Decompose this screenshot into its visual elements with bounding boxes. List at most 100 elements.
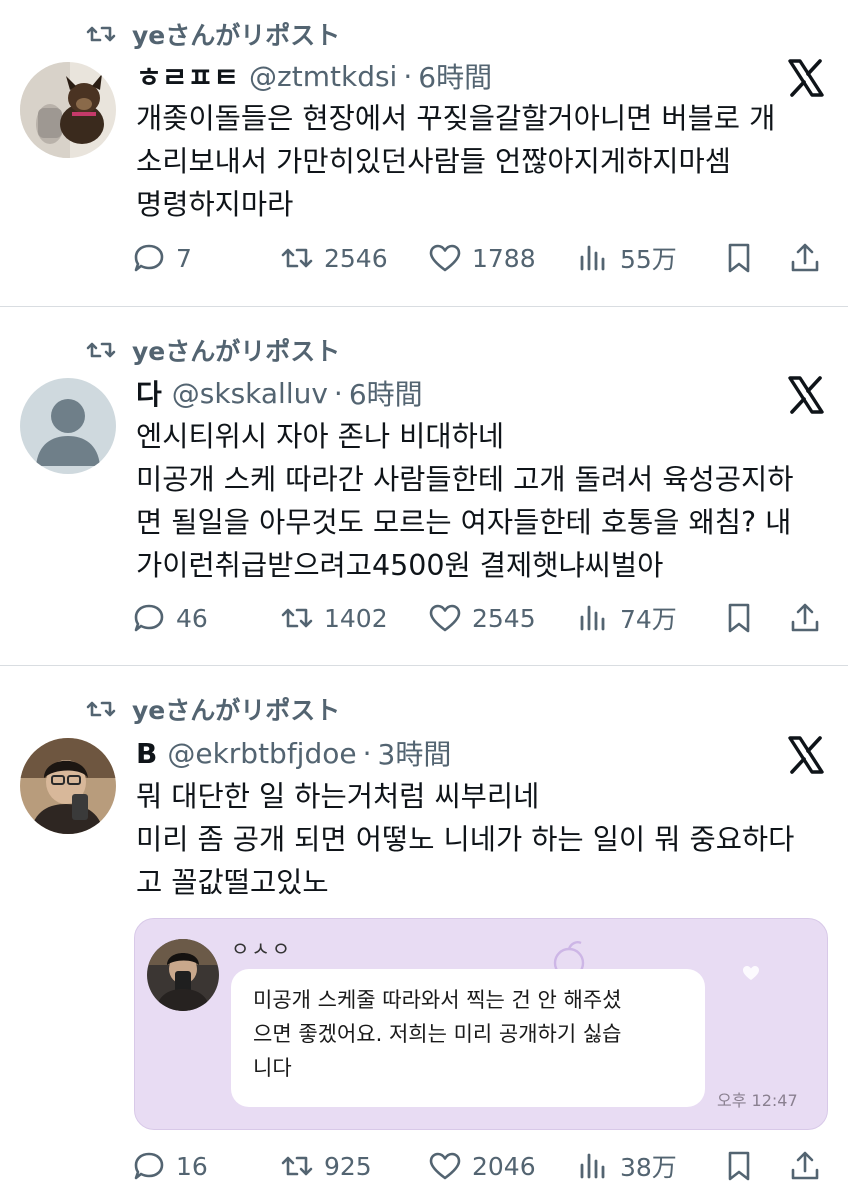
heart-icon — [429, 244, 461, 272]
action-bar: 16 925 2046 38万 — [132, 1146, 828, 1186]
tweet-text-line: 고 꼴값떨고있노 — [136, 866, 329, 899]
chat-timestamp: 오후 12:47 — [717, 1091, 798, 1110]
tweet-text-line: 면 될일을 아무것도 모르는 여자들한테 호통을 왜침? 내 — [136, 506, 792, 539]
avatar[interactable] — [20, 738, 116, 834]
repost-button[interactable]: 925 — [280, 1146, 372, 1186]
attached-image[interactable]: ㅇㅅㅇ 미공개 스케줄 따라와서 찍는 건 안 해주셨 으면 좋겠어요. 저희는… — [134, 918, 828, 1130]
like-count: 2545 — [472, 603, 536, 633]
like-button[interactable]: 1788 — [428, 238, 536, 278]
bookmark-icon — [728, 603, 750, 633]
repost-indicator: yeさんがリポスト — [86, 16, 340, 52]
like-button[interactable]: 2046 — [428, 1146, 536, 1186]
reply-count: 7 — [176, 243, 192, 273]
user-handle[interactable]: @skskalluv — [172, 377, 328, 410]
repost-icon — [86, 26, 116, 42]
repost-label: yeさんがリポスト — [132, 696, 341, 725]
x-logo-icon — [788, 736, 824, 774]
bookmark-button[interactable] — [722, 598, 756, 638]
separator-dot: · — [333, 376, 343, 410]
avatar[interactable] — [20, 378, 116, 474]
tweet-text-line: 미공개 스케 따라간 사람들한테 고개 돌려서 육성공지하 — [136, 463, 794, 496]
share-icon — [791, 603, 819, 632]
views-button[interactable]: 74万 — [576, 598, 677, 638]
views-button[interactable]: 38万 — [576, 1146, 677, 1186]
chat-avatar — [147, 939, 219, 1011]
views-count: 74万 — [620, 605, 677, 634]
x-logo-icon — [788, 376, 824, 414]
tweet-text: 뭐 대단한 일 하는거처럼 씨부리네 미리 좀 공개 되면 어떻노 니네가 하는… — [136, 775, 836, 904]
share-button[interactable] — [788, 1146, 822, 1186]
views-count: 38万 — [620, 1153, 677, 1182]
tweet-text-line: 가이런취급받으려고4500원 결제햇냐씨벌아 — [136, 549, 664, 582]
repost-label: yeさんがリポスト — [132, 337, 341, 366]
repost-button[interactable]: 2546 — [280, 238, 388, 278]
repost-indicator: yeさんがリポスト — [86, 691, 340, 727]
views-count: 55万 — [620, 245, 677, 274]
tweet-text: 엔시티위시 자아 존나 비대하네 미공개 스케 따라간 사람들한테 고개 돌려서… — [136, 415, 836, 587]
repost-count: 2546 — [324, 243, 388, 273]
timestamp[interactable]: 3時間 — [378, 733, 452, 773]
reply-count: 16 — [176, 1151, 208, 1181]
tweet-text: 개좆이돌들은 현장에서 꾸짖을갈할거아니면 버블로 개 소리보내서 가만히있던사… — [136, 97, 836, 226]
repost-icon — [281, 608, 313, 628]
views-button[interactable]: 55万 — [576, 238, 677, 278]
repost-count: 1402 — [324, 603, 388, 633]
tweet-header: B @ekrbtbfjdoe · 3時間 — [136, 733, 451, 773]
reply-count: 46 — [176, 603, 208, 633]
chat-bubble: 미공개 스케줄 따라와서 찍는 건 안 해주셨 으면 좋겠어요. 저희는 미리 … — [231, 969, 705, 1107]
x-logo-icon — [788, 59, 824, 97]
reply-button[interactable]: 16 — [132, 1146, 208, 1186]
share-icon — [791, 1151, 819, 1180]
timestamp[interactable]: 6時間 — [418, 56, 492, 96]
display-name[interactable]: B — [136, 737, 157, 770]
views-icon — [580, 245, 605, 271]
bookmark-icon — [728, 243, 750, 273]
tweet-text-line: 미리 좀 공개 되면 어떻노 니네가 하는 일이 뭐 중요하다 — [136, 823, 795, 856]
chat-message-line: 미공개 스케줄 따라와서 찍는 건 안 해주셨 — [253, 988, 622, 1012]
display-name[interactable]: ㅎㄹㅍㅌ — [136, 56, 239, 96]
repost-count: 925 — [324, 1151, 372, 1181]
reply-icon — [134, 244, 164, 272]
repost-button[interactable]: 1402 — [280, 598, 388, 638]
tweet-header: ㅎㄹㅍㅌ @ztmtkdsi · 6時間 — [136, 56, 492, 96]
avatar[interactable] — [20, 62, 116, 158]
chat-message-line: 으면 좋겠어요. 저희는 미리 공개하기 싫습 — [253, 1022, 622, 1046]
like-count: 2046 — [472, 1151, 536, 1181]
reply-icon — [134, 604, 164, 632]
share-button[interactable] — [788, 238, 822, 278]
heart-icon — [429, 1152, 461, 1180]
repost-indicator: yeさんがリポスト — [86, 332, 340, 368]
tweet-2[interactable]: yeさんがリポスト 다 @skskalluv · 6時間 엔시티위시 자아 존나… — [0, 307, 848, 665]
chat-message-line: 니다 — [253, 1056, 292, 1080]
reply-icon — [134, 1152, 164, 1180]
timestamp[interactable]: 6時間 — [349, 373, 423, 413]
chat-sender-name: ㅇㅅㅇ — [231, 937, 293, 961]
bookmark-button[interactable] — [722, 1146, 756, 1186]
tweet-text-line: 소리보내서 가만히있던사람들 언짢아지게하지마셈 — [136, 145, 731, 178]
action-bar: 46 1402 2545 74万 — [132, 598, 828, 638]
repost-icon — [86, 701, 116, 717]
tweet-1[interactable]: yeさんがリポスト ㅎㄹㅍㅌ @ztmtkdsi · 6時間 개좆이돌들은 현장… — [0, 0, 848, 306]
tweet-text-line: 뭐 대단한 일 하는거처럼 씨부리네 — [136, 780, 540, 813]
user-handle[interactable]: @ekrbtbfjdoe — [167, 737, 356, 770]
reply-button[interactable]: 46 — [132, 598, 208, 638]
repost-icon — [86, 342, 116, 358]
heart-icon — [429, 604, 461, 632]
repost-icon — [281, 1156, 313, 1176]
user-handle[interactable]: @ztmtkdsi — [249, 60, 397, 93]
repost-icon — [281, 248, 313, 268]
share-button[interactable] — [788, 598, 822, 638]
views-icon — [580, 605, 605, 631]
like-button[interactable]: 2545 — [428, 598, 536, 638]
display-name[interactable]: 다 — [136, 373, 162, 413]
repost-label: yeさんがリポスト — [132, 21, 341, 50]
bookmark-button[interactable] — [722, 238, 756, 278]
tweet-text-line: 명령하지마라 — [136, 188, 294, 221]
share-icon — [791, 243, 819, 272]
reply-button[interactable]: 7 — [132, 238, 192, 278]
action-bar: 7 2546 1788 55万 — [132, 238, 828, 278]
separator-dot: · — [403, 59, 413, 93]
tweet-header: 다 @skskalluv · 6時間 — [136, 373, 423, 413]
like-count: 1788 — [472, 243, 536, 273]
separator-dot: · — [362, 736, 372, 770]
